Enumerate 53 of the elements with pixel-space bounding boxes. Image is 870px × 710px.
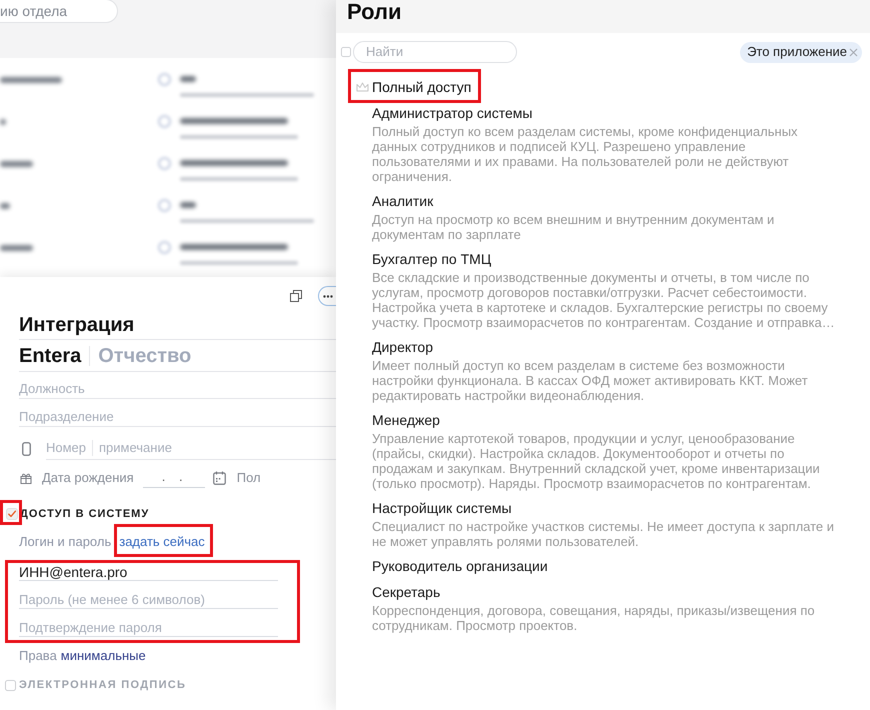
last-name-field[interactable]: Интеграция [19, 312, 336, 340]
blurred-icon [158, 157, 171, 170]
full-access-option[interactable]: Полный доступ [356, 78, 472, 96]
blurred-icon [158, 115, 171, 128]
role-title[interactable]: Руководитель организации [372, 557, 844, 575]
role-title[interactable]: Администратор системы [372, 104, 844, 122]
gender-label: Пол [236, 469, 261, 488]
role-description: Полный доступ ко всем разделам системы, кроме конфиденциальных данных сотрудников и подписей КУЦ. Разрешено управление пользователями и их правами. На пользователей роли не действуют ограничения. [372, 124, 799, 184]
role-description: Доступ на просмотр ко всем внешним и внутренним документам и документам по зарплате [372, 212, 776, 242]
role-description: Специалист по настройке участков системы. Не имеет доступа к зарплате и не может управлять ролями пользователей. [372, 519, 836, 549]
birthday-label: Дата рождения [42, 469, 134, 488]
blurred-text [0, 245, 33, 251]
filter-chip[interactable]: Это приложение [740, 42, 862, 62]
blurred-text [0, 119, 6, 125]
role-title[interactable]: Менеджер [372, 411, 844, 429]
rights-link[interactable]: минимальные [60, 646, 146, 666]
role-description: Имеет полный доступ ко всем разделам в системе без возможности настройки функционала. В кассах ОФД может активировать ККТ. Может редактировать настройки видеонаблюдения. [372, 358, 809, 403]
copy-icon[interactable] [290, 290, 302, 302]
role-title[interactable]: Бухгалтер по ТМЦ [372, 250, 844, 268]
gift-icon [20, 472, 32, 484]
blurred-text [0, 203, 10, 209]
blurred-text [0, 161, 33, 167]
login-field[interactable]: ИНН@entera.pro [19, 564, 278, 581]
blurred-icon [158, 73, 171, 86]
set-now-link[interactable]: задать сейчас [119, 532, 205, 552]
checkbox-label: ДОСТУП В СИСТЕМУ [20, 506, 150, 522]
calendar-icon[interactable] [212, 471, 226, 485]
panel-title: Роли [347, 0, 402, 24]
close-icon[interactable] [849, 48, 858, 56]
role-title[interactable]: Директор [372, 338, 844, 356]
first-name-field[interactable]: Entera [19, 342, 82, 368]
checkbox[interactable] [6, 508, 18, 520]
blurred-text [0, 77, 62, 83]
date-field[interactable]: . . [142, 468, 205, 488]
crown-icon [356, 82, 369, 92]
role-title[interactable]: Секретарь [372, 583, 844, 601]
blurred-text [180, 76, 196, 82]
blurred-text [180, 202, 196, 208]
rights-label: Права [19, 647, 57, 666]
checkbox[interactable] [5, 680, 16, 690]
blurred-icon [158, 241, 171, 254]
role-title[interactable]: Настройщик системы [372, 499, 844, 517]
blurred-icon [158, 199, 171, 212]
checkbox[interactable] [341, 47, 351, 57]
login-label: Логин и пароль [19, 533, 112, 552]
role-title[interactable]: Аналитик [372, 192, 844, 210]
more-icon [323, 294, 333, 298]
phone-icon [22, 442, 31, 456]
role-description: Управление картотекой товаров, продукции и услуг, ценообразование (прайсы, скидки). Настройка складов. Документооборот и отчеты по продажам и закупкам. Внутренний складской учет, кроме инвентаризации (только просмотр). Наряды. Просмотр взаиморасчетов по контрагентам. [372, 431, 821, 491]
role-description: Все складские и производственные документы и отчеты, в том числе по услугам, просмотр договоров поставки/отгрузки. Расчет себестоимости. Настройка учета в картотеке и складов. Бухгалтерские регистры по своему участку. Просмотр взаиморасчетов по контрагентам. Создание и отправка… [372, 270, 836, 330]
role-description: Корреспонденция, договора, совещания, наряды, приказы/извещения по сотрудникам. Просмотр проектов. [372, 603, 816, 633]
more-button[interactable] [318, 286, 336, 306]
checkbox-label: ЭЛЕКТРОННАЯ ПОДПИСЬ [19, 678, 186, 693]
